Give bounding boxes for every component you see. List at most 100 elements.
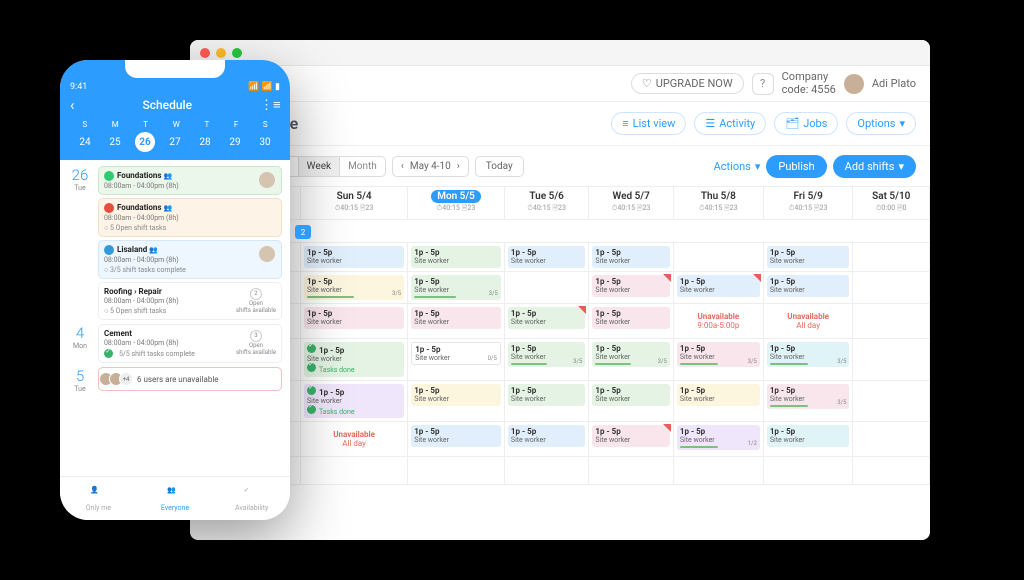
minimize-dot[interactable] xyxy=(216,48,226,58)
shift-cell[interactable]: 1p - 5pSite worker xyxy=(411,246,501,268)
window-titlebar xyxy=(190,40,930,66)
shift-cell[interactable]: 1p - 5pSite worker1/2 xyxy=(677,425,760,450)
seg-month[interactable]: Month xyxy=(340,157,385,176)
shift-cell[interactable]: 1p - 5pSite worker xyxy=(767,275,850,297)
shift-cell[interactable]: 1p - 5pSite worker xyxy=(592,246,669,268)
day-column[interactable]: Thu 5/8⏱40:15 🗎23 xyxy=(673,187,763,220)
shift-cell[interactable]: 1p - 5pSite worker0/5 xyxy=(411,342,501,365)
avatar[interactable] xyxy=(844,74,864,94)
check-icon xyxy=(307,386,316,395)
help-icon[interactable]: ? xyxy=(752,73,774,95)
weekday-label: S xyxy=(82,120,87,129)
shift-cell[interactable]: 1p - 5pSite worker xyxy=(677,384,760,406)
shift-cell[interactable]: 1p - 5pSite worker xyxy=(508,425,585,447)
shift-cell[interactable]: 1p - 5pSite worker xyxy=(677,275,760,297)
today-button[interactable]: Today xyxy=(475,156,524,177)
status-icons: 📶 📶 ▮ xyxy=(248,82,280,92)
schedule-toolbar: 🔍 ▿ Day Week Month ‹ May 4-10 › Today Ac… xyxy=(190,146,930,186)
shift-cell[interactable]: 1p - 5pSite worker xyxy=(592,275,669,297)
status-dot-icon xyxy=(104,245,114,255)
close-dot[interactable] xyxy=(200,48,210,58)
unavailable-cell: UnavailableAll day xyxy=(303,424,405,454)
app-window: team ♡ UPGRADE NOW ? Companycode: 4556 A… xyxy=(190,40,930,540)
phone-schedule-list[interactable]: 26TueFoundations 👥08:00am - 04:00pm (8h)… xyxy=(60,160,290,470)
tab-everyone[interactable]: 👥Everyone xyxy=(137,477,214,520)
phone-day-group: 4MonCement 08:00am - 04:00pm (8h)5/5 shi… xyxy=(68,324,282,363)
notification-badge[interactable]: 2 xyxy=(295,225,311,239)
shift-cell[interactable]: 1p - 5pSite workerTasks done xyxy=(304,384,404,418)
day-column[interactable]: Tue 5/6⏱40:15 🗎23 xyxy=(504,187,588,220)
activity-button[interactable]: ☰ Activity xyxy=(694,112,766,135)
date-pill[interactable]: 26 xyxy=(135,132,155,152)
day-column[interactable]: Mon 5/5⏱40:15 🗎23 xyxy=(408,187,505,220)
list-view-button[interactable]: ≡ List view xyxy=(611,112,686,135)
shift-cell[interactable]: 1p - 5pSite worker xyxy=(592,384,669,406)
shift-cell[interactable]: 1p - 5pSite worker xyxy=(304,246,404,268)
jobs-button[interactable]: 🗂 Jobs xyxy=(774,112,838,135)
shift-cell[interactable]: 1p - 5pSite workerTasks done xyxy=(304,342,404,376)
publish-button[interactable]: Publish xyxy=(766,155,826,178)
options-button[interactable]: Options ▾ xyxy=(846,112,916,135)
people-icon: 👥 xyxy=(164,172,173,180)
next-icon[interactable]: › xyxy=(457,161,460,172)
shift-cell[interactable]: 1p - 5pSite worker xyxy=(411,307,501,329)
prev-icon[interactable]: ‹ xyxy=(401,161,404,172)
shift-cell[interactable]: 1p - 5pSite worker3/5 xyxy=(508,342,585,367)
seg-week[interactable]: Week xyxy=(299,157,340,176)
back-icon[interactable]: ‹ xyxy=(70,96,75,114)
shift-cell[interactable]: 1p - 5pSite worker xyxy=(508,384,585,406)
upgrade-button[interactable]: ♡ UPGRADE NOW xyxy=(631,73,744,94)
shift-cell[interactable]: 1p - 5pSite worker xyxy=(411,425,501,447)
shift-cell[interactable]: 1p - 5pSite worker xyxy=(411,384,501,406)
people-icon: 👥 xyxy=(164,204,173,212)
day-column[interactable]: Sun 5/4⏱40:15 🗎23 xyxy=(301,187,408,220)
day-column[interactable]: Fri 5/9⏱40:15 🗎23 xyxy=(763,187,853,220)
actions-menu[interactable]: Actions ▾ xyxy=(714,160,761,173)
shift-cell[interactable]: 1p - 5pSite worker xyxy=(767,246,850,268)
add-shifts-button[interactable]: Add shifts ▾ xyxy=(833,155,916,178)
list-icon[interactable]: ⋮≡ xyxy=(260,97,280,113)
tab-only-me[interactable]: 👤Only me xyxy=(60,477,137,520)
shift-cell[interactable]: 1p - 5pSite worker3/5 xyxy=(767,342,850,367)
shift-cell[interactable]: 1p - 5pSite worker xyxy=(592,425,669,447)
shift-cell[interactable]: 1p - 5pSite worker xyxy=(304,307,404,329)
employee-row: Mario Watte...⏱ 30 🗎 231p - 5pSite worke… xyxy=(191,272,930,304)
phone-shift-card[interactable]: Cement 08:00am - 04:00pm (8h)5/5 shift t… xyxy=(98,324,282,363)
shift-cell[interactable]: 1p - 5pSite worker3/5 xyxy=(677,342,760,367)
date-pill[interactable]: 27 xyxy=(165,132,185,152)
date-pill[interactable]: 28 xyxy=(195,132,215,152)
date-row: 24 25 26 27 28 29 30 xyxy=(70,132,280,152)
date-pill[interactable]: 24 xyxy=(75,132,95,152)
phone-shift-card[interactable]: Foundations 👥08:00am - 04:00pm (8h)○ 5 O… xyxy=(98,198,282,237)
weekday-label: T xyxy=(204,120,209,129)
phone-day-group: 5Tue+46 users are unavailable xyxy=(68,367,282,393)
day-column[interactable]: Wed 5/7⏱40:15 🗎23 xyxy=(589,187,673,220)
unavailable-warning[interactable]: +46 users are unavailable xyxy=(98,367,282,391)
tab-availability[interactable]: ✓Availability xyxy=(213,477,290,520)
shift-cell[interactable]: 1p - 5pSite worker xyxy=(508,307,585,329)
employee-row: Lucas Higgins⏱ 30 🗎 231p - 5pSite worker… xyxy=(191,339,930,380)
open-shifts-tag: 2Openshifts available xyxy=(236,288,276,314)
shift-cell[interactable]: 1p - 5pSite worker xyxy=(767,425,850,447)
shift-cell[interactable]: 1p - 5pSite worker xyxy=(592,307,669,329)
status-dot-icon xyxy=(104,203,114,213)
company-code: Companycode: 4556 xyxy=(782,71,836,95)
open-shifts-tag: 3Openshifts available xyxy=(236,330,276,356)
day-column[interactable]: Sat 5/10⏱0:00 🗎0 xyxy=(853,187,930,220)
maximize-dot[interactable] xyxy=(232,48,242,58)
assignee-avatar xyxy=(259,172,275,188)
phone-shift-card[interactable]: Foundations 👥08:00am - 04:00pm (8h) xyxy=(98,166,282,195)
phone-shift-card[interactable]: Roofing › Repair 08:00am - 04:00pm (8h)○… xyxy=(98,282,282,320)
shift-cell[interactable]: 1p - 5pSite worker3/5 xyxy=(304,275,404,300)
shift-cell[interactable]: 1p - 5pSite worker3/5 xyxy=(592,342,669,367)
date-pill[interactable]: 29 xyxy=(225,132,245,152)
phone-shift-card[interactable]: Lisaland 👥08:00am - 04:00pm (8h)○ 3/5 sh… xyxy=(98,240,282,279)
date-pill[interactable]: 25 xyxy=(105,132,125,152)
shift-cell[interactable]: 1p - 5pSite worker xyxy=(508,246,585,268)
user-name[interactable]: Adi Plato xyxy=(872,77,916,90)
shift-cell[interactable]: 1p - 5pSite worker3/5 xyxy=(767,384,850,409)
date-pill[interactable]: 30 xyxy=(255,132,275,152)
date-range[interactable]: ‹ May 4-10 › xyxy=(392,156,469,177)
shift-cell[interactable]: 1p - 5pSite worker3/5 xyxy=(411,275,501,300)
page-header: 📅 Schedule ≡ List view ☰ Activity 🗂 Jobs… xyxy=(190,102,930,146)
